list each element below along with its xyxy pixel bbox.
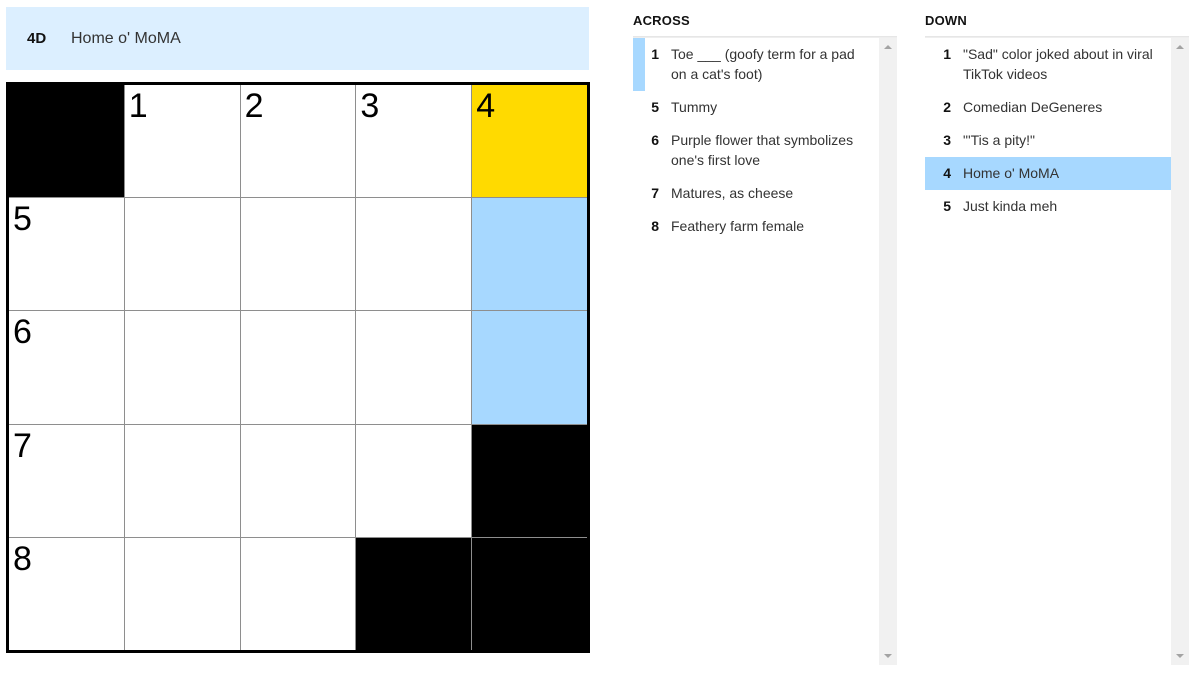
- clue-text: Purple flower that symbolizes one's firs…: [671, 132, 854, 168]
- clue-number: 4: [943, 165, 951, 181]
- down-heading: DOWN: [925, 13, 1189, 37]
- grid-cell[interactable]: [472, 198, 587, 311]
- across-scrollbar[interactable]: [879, 38, 897, 665]
- clue-text: Home o' MoMA: [963, 165, 1060, 181]
- grid-cell[interactable]: [472, 311, 587, 424]
- grid-cell[interactable]: 8: [9, 537, 124, 650]
- down-clue-2[interactable]: 2 Comedian DeGeneres: [925, 91, 1171, 124]
- grid-cell[interactable]: 2: [240, 85, 356, 198]
- grid-cell[interactable]: [240, 537, 356, 650]
- grid-cell[interactable]: 7: [9, 424, 124, 537]
- block-cell: [472, 537, 587, 650]
- grid-cell[interactable]: [124, 537, 240, 650]
- clue-number: 1: [943, 46, 951, 62]
- cell-number: 6: [13, 313, 32, 352]
- cell-number: 8: [13, 539, 32, 578]
- cell-number: 3: [360, 87, 380, 125]
- grid-cell[interactable]: [240, 424, 356, 537]
- across-clue-list: ACROSS 1 Toe ___ (goofy term for a pad on…: [633, 0, 897, 665]
- scroll-up-arrow-icon[interactable]: [884, 45, 892, 49]
- clue-text: "Sad" color joked about in viral TikTok …: [963, 46, 1153, 82]
- grid-cell[interactable]: [240, 311, 356, 424]
- across-clue-7[interactable]: 7 Matures, as cheese: [633, 177, 879, 210]
- down-clue-5[interactable]: 5 Just kinda meh: [925, 190, 1171, 223]
- down-clue-list: DOWN 1 "Sad" color joked about in viral T…: [925, 0, 1189, 665]
- down-clue-3[interactable]: 3 "'Tis a pity!": [925, 124, 1171, 157]
- grid-cell[interactable]: [356, 198, 472, 311]
- clue-text: Feathery farm female: [671, 218, 805, 234]
- scroll-down-arrow-icon[interactable]: [1176, 654, 1184, 658]
- across-clue-1[interactable]: 1 Toe ___ (goofy term for a pad on a cat'…: [633, 38, 879, 91]
- down-scrollbar[interactable]: [1171, 38, 1189, 665]
- across-clue-5[interactable]: 5 Tummy: [633, 91, 879, 124]
- clue-text: Comedian DeGeneres: [963, 99, 1103, 115]
- grid-cell[interactable]: [240, 198, 356, 311]
- cell-number: 4: [476, 87, 496, 125]
- block-cell: [356, 537, 472, 650]
- clue-text: Just kinda meh: [963, 198, 1058, 214]
- grid-cell[interactable]: [124, 424, 240, 537]
- clue-number: 5: [943, 198, 951, 214]
- clue-text: "'Tis a pity!": [963, 132, 1035, 148]
- clue-number: 2: [943, 99, 951, 115]
- current-clue-bar: 4D Home o' MoMA: [6, 7, 589, 70]
- grid-cell[interactable]: 1: [124, 85, 240, 198]
- block-cell: [472, 424, 587, 537]
- across-heading: ACROSS: [633, 13, 897, 37]
- down-clue-1[interactable]: 1 "Sad" color joked about in viral TikTok…: [925, 38, 1171, 91]
- clue-number: 8: [651, 218, 659, 234]
- clue-text: Matures, as cheese: [671, 185, 794, 201]
- grid-cell[interactable]: [356, 311, 472, 424]
- grid-cell[interactable]: 6: [9, 311, 124, 424]
- clue-text: Tummy: [671, 99, 718, 115]
- current-clue-label: 4D: [27, 30, 47, 47]
- cell-number: 1: [128, 87, 148, 125]
- scroll-down-arrow-icon[interactable]: [884, 654, 892, 658]
- across-clue-6[interactable]: 6 Purple flower that symbolizes one's fir…: [633, 124, 879, 177]
- grid-cell[interactable]: 4: [472, 85, 587, 198]
- clue-number: 1: [651, 46, 659, 62]
- clue-number: 5: [651, 99, 659, 115]
- current-clue-text: Home o' MoMA: [71, 29, 181, 47]
- cell-number: 2: [244, 87, 264, 125]
- clue-text: Toe ___ (goofy term for a pad on a cat's…: [671, 46, 855, 82]
- scroll-up-arrow-icon[interactable]: [1176, 45, 1184, 49]
- grid-cell[interactable]: 5: [9, 198, 124, 311]
- across-clue-8[interactable]: 8 Feathery farm female: [633, 210, 879, 243]
- down-clue-4[interactable]: 4 Home o' MoMA: [925, 157, 1171, 190]
- grid-cell[interactable]: 3: [356, 85, 472, 198]
- clue-number: 3: [943, 132, 951, 148]
- grid-cell[interactable]: [356, 424, 472, 537]
- grid-cell[interactable]: [124, 311, 240, 424]
- down-items: 1 "Sad" color joked about in viral TikTok…: [925, 38, 1171, 664]
- clue-number: 6: [651, 132, 659, 148]
- crossword-board: 1 2 3 4 5 6 7 8: [6, 82, 590, 653]
- cell-number: 7: [13, 426, 32, 465]
- cell-number: 5: [13, 200, 32, 239]
- clue-number: 7: [651, 185, 659, 201]
- grid-cell[interactable]: [124, 198, 240, 311]
- block-cell: [9, 85, 124, 198]
- across-items: 1 Toe ___ (goofy term for a pad on a cat'…: [633, 38, 879, 664]
